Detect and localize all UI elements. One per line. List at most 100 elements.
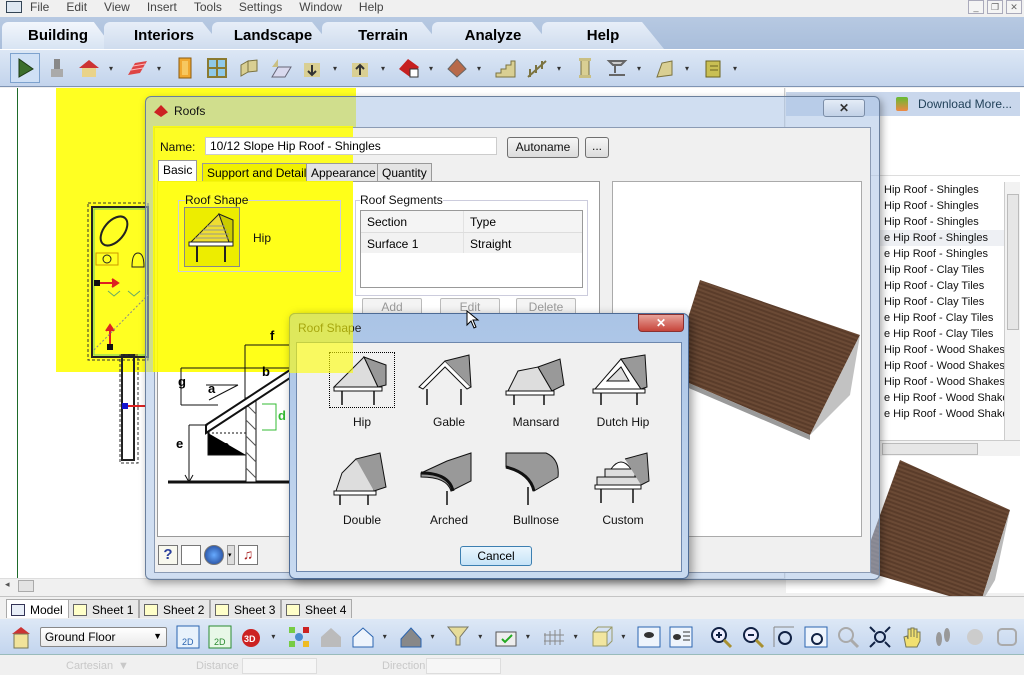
chevron-down-icon[interactable]: ▼: [118, 660, 129, 672]
beam-button[interactable]: [602, 53, 632, 83]
snap-button[interactable]: [284, 622, 314, 652]
library-item[interactable]: Hip Roof - Clay Tiles: [880, 294, 1005, 310]
house-button[interactable]: [74, 53, 104, 83]
column-button[interactable]: [570, 53, 600, 83]
floor-up-dropdown[interactable]: ▾: [378, 64, 388, 73]
library-item[interactable]: e Hip Roof - Shingles: [880, 230, 1005, 246]
roof-button[interactable]: [394, 53, 424, 83]
tab-quantity[interactable]: Quantity: [377, 163, 432, 183]
tab-analyze[interactable]: Analyze: [432, 22, 554, 49]
filter-dropdown[interactable]: ▾: [475, 632, 485, 641]
tab-landscape[interactable]: Landscape: [212, 22, 334, 49]
column-header-section[interactable]: Section: [361, 211, 464, 232]
zoom-window-button[interactable]: [801, 622, 831, 652]
tab-sheet-4[interactable]: Sheet 4: [281, 599, 353, 618]
tab-support-details[interactable]: Support and Details: [202, 163, 318, 183]
cabinet-button[interactable]: [698, 53, 728, 83]
fence-dropdown[interactable]: ▾: [571, 632, 581, 641]
library-item[interactable]: Hip Roof - Wood Shakes: [880, 342, 1005, 358]
menu-file[interactable]: File: [30, 0, 49, 14]
tab-terrain[interactable]: Terrain: [322, 22, 444, 49]
direction-input[interactable]: [426, 658, 501, 674]
close-button[interactable]: ✕: [823, 99, 865, 117]
window-button[interactable]: [202, 53, 232, 83]
column-header-type[interactable]: Type: [464, 211, 572, 232]
floor-up-button[interactable]: [346, 53, 376, 83]
zoom-button[interactable]: [833, 622, 863, 652]
tab-sheet-2[interactable]: Sheet 2: [139, 599, 211, 618]
zoom-in-button[interactable]: [706, 622, 736, 652]
house-outline-button[interactable]: [348, 622, 378, 652]
autoname-button[interactable]: Autoname: [507, 137, 579, 158]
plan-2d-button[interactable]: 2D: [173, 622, 203, 652]
wall-panel-button[interactable]: [234, 53, 264, 83]
table-row[interactable]: Surface 1 Straight: [361, 233, 582, 253]
menu-insert[interactable]: Insert: [147, 0, 177, 14]
tab-sheet-3[interactable]: Sheet 3: [210, 599, 282, 618]
scroll-left-icon[interactable]: ◂: [5, 579, 10, 590]
wall-dropdown[interactable]: ▾: [154, 64, 164, 73]
page-cursor-icon[interactable]: [181, 545, 201, 565]
roof-dropdown[interactable]: ▾: [426, 64, 436, 73]
paint-button[interactable]: [42, 53, 72, 83]
name-input[interactable]: [205, 137, 497, 155]
house-outline-dropdown[interactable]: ▾: [380, 632, 390, 641]
library-item[interactable]: Hip Roof - Shingles: [880, 214, 1005, 230]
stairs-button[interactable]: [490, 53, 520, 83]
wall-button[interactable]: [122, 53, 152, 83]
scroll-thumb[interactable]: [882, 443, 978, 455]
coord-mode-select[interactable]: Cartesian: [66, 660, 113, 672]
beam-dropdown[interactable]: ▾: [634, 64, 644, 73]
camera-button[interactable]: [992, 622, 1022, 652]
library-horizontal-scrollbar[interactable]: [880, 440, 1020, 456]
zoom-extents-button[interactable]: [865, 622, 895, 652]
plan-2d-alt-button[interactable]: 2D: [205, 622, 235, 652]
railing-button[interactable]: [522, 53, 552, 83]
tab-model[interactable]: Model: [6, 599, 69, 618]
roof-texture-button[interactable]: [442, 53, 472, 83]
library-item[interactable]: Hip Roof - Wood Shakes: [880, 374, 1005, 390]
fence-button[interactable]: [539, 622, 569, 652]
camera-check-button[interactable]: [491, 622, 521, 652]
floors-icon[interactable]: [8, 624, 34, 650]
menu-settings[interactable]: Settings: [239, 0, 282, 14]
library-item[interactable]: e Hip Roof - Clay Tiles: [880, 326, 1005, 342]
door-button[interactable]: [170, 53, 200, 83]
view-eye-list-button[interactable]: [666, 622, 696, 652]
help-icon[interactable]: ?: [158, 545, 178, 565]
shape-option-gable[interactable]: Gable: [414, 353, 484, 433]
view-3d-button[interactable]: 3D: [237, 622, 267, 652]
shape-option-custom[interactable]: Custom: [588, 451, 658, 531]
shape-option-mansard[interactable]: Mansard: [501, 353, 571, 433]
globe-dropdown[interactable]: ▾: [227, 545, 235, 565]
library-vertical-scrollbar[interactable]: [1004, 182, 1020, 446]
roof-texture-dropdown[interactable]: ▾: [474, 64, 484, 73]
house-dropdown[interactable]: ▾: [106, 64, 116, 73]
menu-help[interactable]: Help: [359, 0, 384, 14]
floor-down-button[interactable]: [298, 53, 328, 83]
floor-down-dropdown[interactable]: ▾: [330, 64, 340, 73]
library-item[interactable]: e Hip Roof - Clay Tiles: [880, 310, 1005, 326]
music-note-icon[interactable]: ♫: [238, 545, 258, 565]
menu-view[interactable]: View: [104, 0, 130, 14]
cube-dropdown[interactable]: ▾: [618, 632, 628, 641]
floor-button[interactable]: [266, 53, 296, 83]
tab-sheet-1[interactable]: Sheet 1: [68, 599, 140, 618]
floor-select[interactable]: Ground Floor ▼: [39, 626, 168, 647]
railing-dropdown[interactable]: ▾: [554, 64, 564, 73]
close-button[interactable]: ✕: [638, 314, 684, 332]
house-hatch-dropdown[interactable]: ▾: [428, 632, 438, 641]
download-more-link[interactable]: Download More...: [918, 97, 1012, 111]
more-button[interactable]: ...: [585, 137, 609, 158]
select-button[interactable]: [10, 53, 40, 83]
canvas-horizontal-scrollbar[interactable]: ◂: [0, 578, 785, 593]
menu-tools[interactable]: Tools: [194, 0, 222, 14]
tab-basic[interactable]: Basic: [158, 160, 198, 182]
tab-building[interactable]: Building: [2, 22, 114, 49]
zoom-fit-button[interactable]: [770, 622, 800, 652]
tab-interiors[interactable]: Interiors: [104, 22, 224, 49]
menu-edit[interactable]: Edit: [66, 0, 87, 14]
foundation-button[interactable]: [650, 53, 680, 83]
house-shell-button[interactable]: [316, 622, 346, 652]
camera-dropdown[interactable]: ▾: [523, 632, 533, 641]
